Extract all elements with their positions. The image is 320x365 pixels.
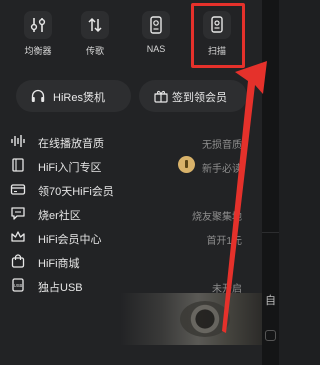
transfer-song-button[interactable]: 传歌	[71, 6, 119, 64]
transfer-song-label: 传歌	[85, 46, 104, 56]
pointer-arrow-icon	[222, 61, 267, 333]
equalizer-icon	[24, 11, 52, 39]
menu-item-label: 独占USB	[38, 282, 83, 294]
usb-icon: USB	[12, 278, 24, 292]
transfer-song-icon	[81, 11, 109, 39]
hires-burn-in-button[interactable]: HiRes煲机	[16, 80, 131, 112]
nas-button[interactable]: NAS	[132, 6, 180, 64]
lightbulb-badge-icon	[178, 156, 195, 173]
nas-icon	[142, 11, 170, 39]
svg-text:USB: USB	[14, 283, 23, 288]
shopping-bag-icon	[11, 254, 25, 268]
menu-item-label: HiFi会员中心	[38, 234, 102, 246]
card-icon	[10, 184, 26, 195]
menu-item-label: 烧er社区	[38, 210, 81, 222]
chat-icon	[11, 207, 25, 220]
book-icon	[12, 158, 24, 172]
headphone-icon	[31, 89, 45, 102]
menu-item-label: 领70天HiFi会员	[38, 186, 114, 198]
menu-item-label: HiFi商城	[38, 258, 80, 270]
scan-highlight-box	[191, 3, 245, 68]
audio-wave-icon	[11, 135, 25, 147]
equalizer-button[interactable]: 均衡器	[14, 6, 62, 64]
equalizer-label: 均衡器	[24, 46, 52, 56]
menu-item-label: 在线播放音质	[38, 138, 104, 150]
hires-burn-in-label: HiRes煲机	[53, 92, 105, 104]
nas-label: NAS	[146, 44, 166, 54]
sign-in-member-label: 签到领会员	[172, 92, 227, 104]
menu-item-label: HiFi入门专区	[38, 162, 102, 174]
crown-icon	[11, 231, 25, 242]
gift-icon	[154, 90, 168, 103]
